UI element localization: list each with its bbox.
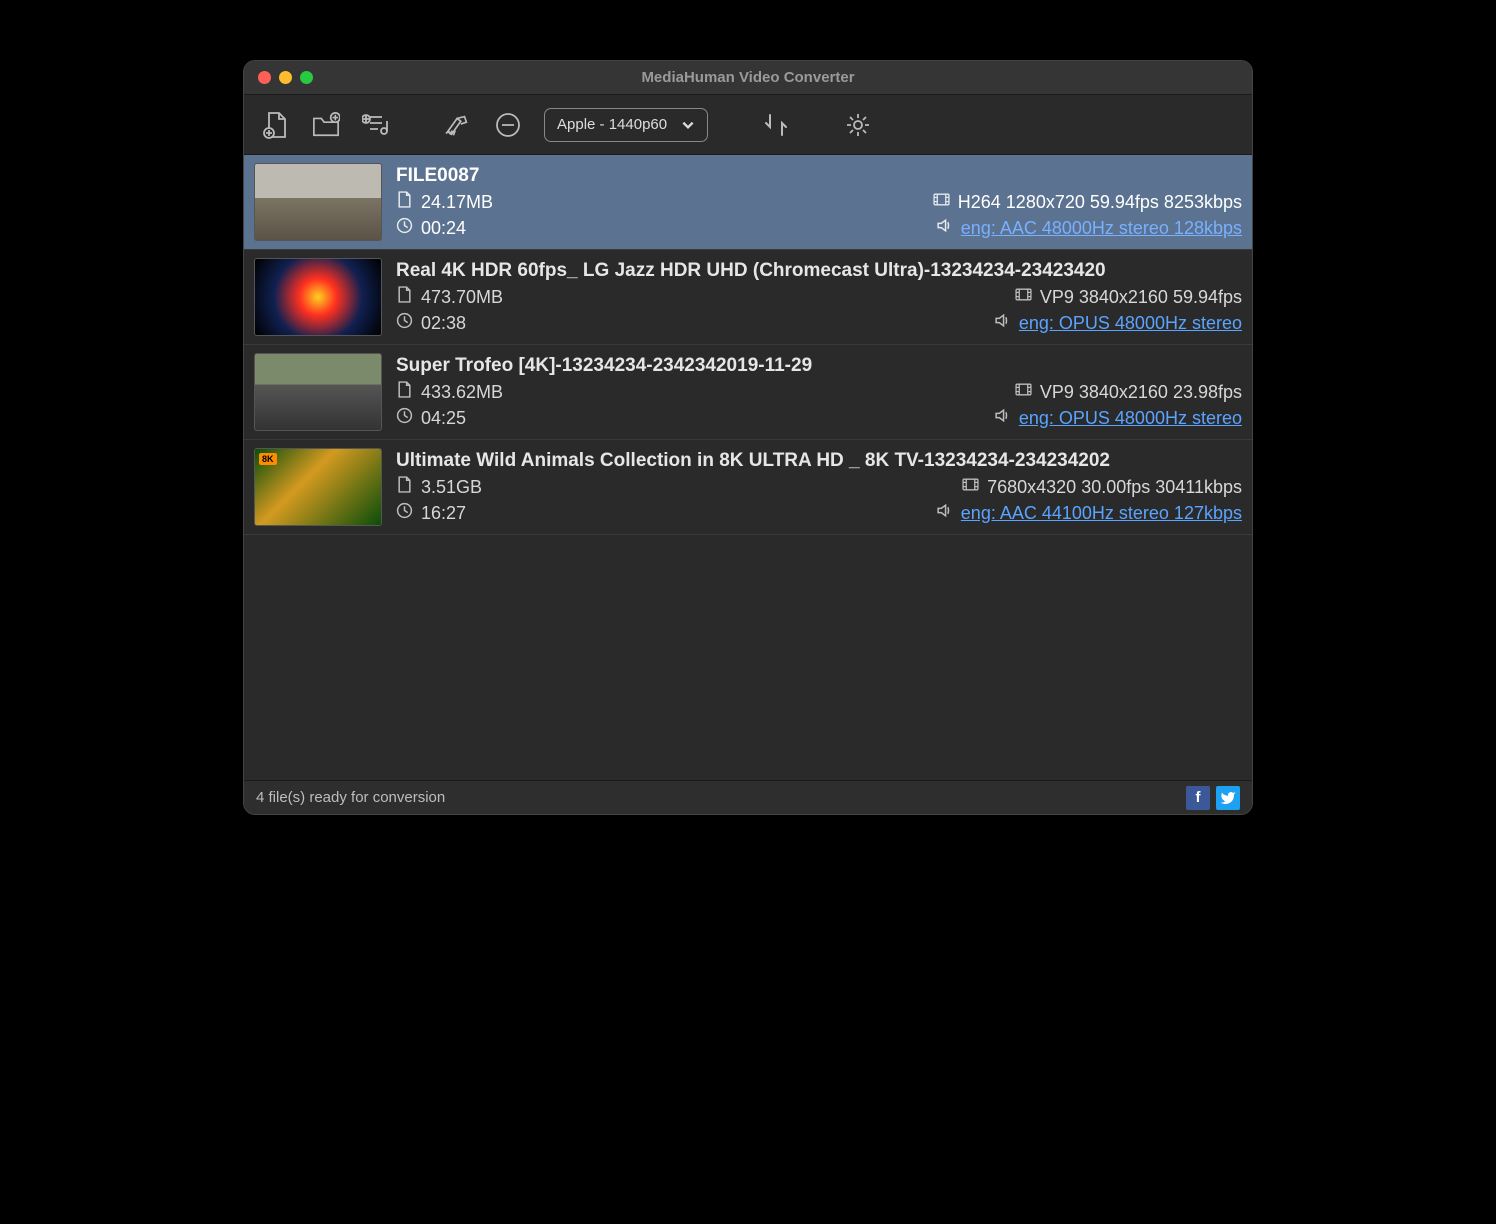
film-icon: [962, 476, 979, 498]
file-duration: 00:24: [421, 218, 466, 239]
speaker-icon: [936, 502, 953, 524]
add-file-button[interactable]: [262, 111, 290, 139]
convert-button[interactable]: [762, 111, 790, 139]
statusbar: 4 file(s) ready for conversion f: [244, 780, 1252, 814]
file-row[interactable]: Ultimate Wild Animals Collection in 8K U…: [244, 440, 1252, 535]
settings-button[interactable]: [844, 111, 872, 139]
speaker-icon: [994, 407, 1011, 429]
file-row[interactable]: Real 4K HDR 60fps_ LG Jazz HDR UHD (Chro…: [244, 250, 1252, 345]
clear-button[interactable]: [444, 111, 472, 139]
thumbnail: [254, 448, 382, 526]
facebook-button[interactable]: f: [1186, 786, 1210, 810]
speaker-icon: [994, 312, 1011, 334]
file-duration: 04:25: [421, 408, 466, 429]
chevron-down-icon: [681, 118, 695, 132]
file-size: 433.62MB: [421, 382, 503, 403]
video-spec: VP9 3840x2160 23.98fps: [1040, 382, 1242, 403]
audio-spec-link[interactable]: eng: OPUS 48000Hz stereo: [1019, 408, 1242, 429]
file-duration: 02:38: [421, 313, 466, 334]
file-icon: [396, 191, 413, 213]
file-title: FILE0087: [396, 165, 1242, 187]
clock-icon: [396, 502, 413, 524]
file-title: Real 4K HDR 60fps_ LG Jazz HDR UHD (Chro…: [396, 260, 1242, 282]
file-info: FILE0087 24.17MB H264 1280x720 59.94fps …: [396, 163, 1242, 241]
close-window-button[interactable]: [258, 71, 271, 84]
file-size: 3.51GB: [421, 477, 482, 498]
file-size: 473.70MB: [421, 287, 503, 308]
film-icon: [1015, 286, 1032, 308]
file-icon: [396, 286, 413, 308]
clock-icon: [396, 217, 413, 239]
speaker-icon: [936, 217, 953, 239]
file-info: Real 4K HDR 60fps_ LG Jazz HDR UHD (Chro…: [396, 258, 1242, 336]
file-title: Super Trofeo [4K]-13234234-2342342019-11…: [396, 355, 1242, 377]
empty-area: [244, 535, 1252, 780]
audio-spec-link[interactable]: eng: AAC 48000Hz stereo 128kbps: [961, 218, 1242, 239]
zoom-window-button[interactable]: [300, 71, 313, 84]
file-size: 24.17MB: [421, 192, 493, 213]
file-duration: 16:27: [421, 503, 466, 524]
clock-icon: [396, 407, 413, 429]
thumbnail: [254, 353, 382, 431]
audio-spec-link[interactable]: eng: OPUS 48000Hz stereo: [1019, 313, 1242, 334]
titlebar: MediaHuman Video Converter: [244, 61, 1252, 95]
minimize-window-button[interactable]: [279, 71, 292, 84]
film-icon: [933, 191, 950, 213]
clock-icon: [396, 312, 413, 334]
film-icon: [1015, 381, 1032, 403]
video-spec: H264 1280x720 59.94fps 8253kbps: [958, 192, 1242, 213]
file-title: Ultimate Wild Animals Collection in 8K U…: [396, 450, 1242, 472]
window-title: MediaHuman Video Converter: [244, 69, 1252, 86]
toolbar: Apple - 1440p60: [244, 95, 1252, 155]
thumbnail: [254, 163, 382, 241]
preset-dropdown[interactable]: Apple - 1440p60: [544, 108, 708, 142]
status-text: 4 file(s) ready for conversion: [256, 789, 445, 806]
file-list: FILE0087 24.17MB H264 1280x720 59.94fps …: [244, 155, 1252, 535]
file-info: Ultimate Wild Animals Collection in 8K U…: [396, 448, 1242, 526]
file-icon: [396, 381, 413, 403]
window-controls: [258, 71, 313, 84]
file-icon: [396, 476, 413, 498]
app-window: MediaHuman Video Converter Apple - 1440p…: [243, 60, 1253, 815]
video-spec: 7680x4320 30.00fps 30411kbps: [987, 477, 1242, 498]
add-audio-button[interactable]: [362, 111, 390, 139]
preset-label: Apple - 1440p60: [557, 116, 667, 133]
audio-spec-link[interactable]: eng: AAC 44100Hz stereo 127kbps: [961, 503, 1242, 524]
file-info: Super Trofeo [4K]-13234234-2342342019-11…: [396, 353, 1242, 431]
video-spec: VP9 3840x2160 59.94fps: [1040, 287, 1242, 308]
twitter-button[interactable]: [1216, 786, 1240, 810]
add-folder-button[interactable]: [312, 111, 340, 139]
remove-button[interactable]: [494, 111, 522, 139]
file-row[interactable]: Super Trofeo [4K]-13234234-2342342019-11…: [244, 345, 1252, 440]
thumbnail: [254, 258, 382, 336]
file-row[interactable]: FILE0087 24.17MB H264 1280x720 59.94fps …: [244, 155, 1252, 250]
